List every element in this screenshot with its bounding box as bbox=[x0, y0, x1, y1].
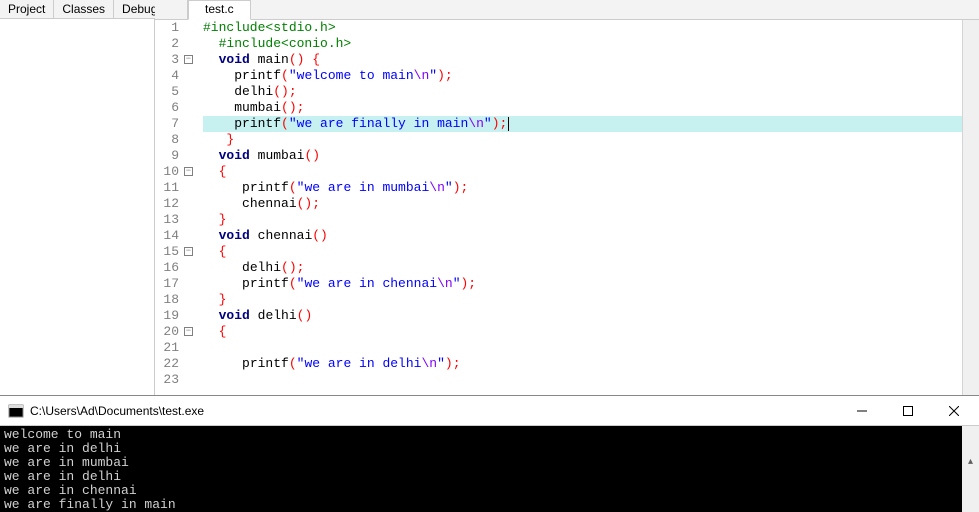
tab-project[interactable]: Project bbox=[0, 0, 54, 18]
app-root: Project Classes Debug test.c 12345678910… bbox=[0, 0, 979, 512]
code-line[interactable]: void delhi() bbox=[203, 308, 962, 324]
line-number: 2 bbox=[155, 36, 179, 52]
code-line[interactable]: { bbox=[203, 244, 962, 260]
line-number: 11 bbox=[155, 180, 179, 196]
console-window: C:\Users\Ad\Documents\test.exe welcome t… bbox=[0, 395, 979, 512]
fold-toggle-icon[interactable]: − bbox=[184, 247, 193, 256]
code-line[interactable]: printf("we are finally in main\n"); bbox=[203, 116, 962, 132]
code-line[interactable]: delhi(); bbox=[203, 260, 962, 276]
file-tab-active[interactable]: test.c bbox=[188, 0, 251, 20]
code-line[interactable]: void chennai() bbox=[203, 228, 962, 244]
line-number: 16 bbox=[155, 260, 179, 276]
code-line[interactable] bbox=[203, 372, 962, 388]
line-number: 6 bbox=[155, 100, 179, 116]
console-titlebar[interactable]: C:\Users\Ad\Documents\test.exe bbox=[0, 396, 979, 426]
minimize-button[interactable] bbox=[839, 396, 885, 426]
close-button[interactable] bbox=[931, 396, 977, 426]
console-text: welcome to main we are in delhi we are i… bbox=[4, 428, 975, 512]
line-number: 14 bbox=[155, 228, 179, 244]
console-title: C:\Users\Ad\Documents\test.exe bbox=[30, 404, 839, 418]
line-number: 1 bbox=[155, 20, 179, 36]
file-tab-spacer bbox=[155, 0, 188, 19]
line-number: 23 bbox=[155, 372, 179, 388]
editor-column: test.c 123456789101112131415161718192021… bbox=[155, 0, 979, 395]
line-number: 18 bbox=[155, 292, 179, 308]
code-line[interactable]: } bbox=[203, 292, 962, 308]
file-tab-row: test.c bbox=[155, 0, 979, 20]
line-number: 9 bbox=[155, 148, 179, 164]
code-line[interactable]: #include<conio.h> bbox=[203, 36, 962, 52]
line-number: 5 bbox=[155, 84, 179, 100]
maximize-button[interactable] bbox=[885, 396, 931, 426]
fold-toggle-icon[interactable]: − bbox=[184, 327, 193, 336]
code-line[interactable]: { bbox=[203, 164, 962, 180]
line-number: 17 bbox=[155, 276, 179, 292]
editor-area: Project Classes Debug test.c 12345678910… bbox=[0, 0, 979, 395]
code-area[interactable]: #include<stdio.h> #include<conio.h> void… bbox=[197, 20, 962, 395]
line-number: 10 bbox=[155, 164, 179, 180]
code-line[interactable]: mumbai(); bbox=[203, 100, 962, 116]
line-number: 15 bbox=[155, 244, 179, 260]
editor[interactable]: 1234567891011121314151617181920212223 −−… bbox=[155, 20, 979, 395]
side-tab-row: Project Classes Debug bbox=[0, 0, 154, 19]
code-line[interactable]: } bbox=[203, 212, 962, 228]
fold-toggle-icon[interactable]: − bbox=[184, 167, 193, 176]
line-number: 19 bbox=[155, 308, 179, 324]
line-number: 8 bbox=[155, 132, 179, 148]
line-number: 13 bbox=[155, 212, 179, 228]
code-line[interactable]: void mumbai() bbox=[203, 148, 962, 164]
line-number: 12 bbox=[155, 196, 179, 212]
side-panel: Project Classes Debug bbox=[0, 0, 155, 395]
fold-toggle-icon[interactable]: − bbox=[184, 55, 193, 64]
line-number: 20 bbox=[155, 324, 179, 340]
tab-classes[interactable]: Classes bbox=[54, 0, 114, 18]
gutter: 1234567891011121314151617181920212223 bbox=[155, 20, 183, 395]
line-number: 4 bbox=[155, 68, 179, 84]
code-line[interactable]: chennai(); bbox=[203, 196, 962, 212]
line-number: 22 bbox=[155, 356, 179, 372]
code-line[interactable]: printf("we are in delhi\n"); bbox=[203, 356, 962, 372]
console-output[interactable]: welcome to main we are in delhi we are i… bbox=[0, 426, 979, 512]
fold-column: − − − − bbox=[183, 20, 197, 395]
code-line[interactable]: printf("we are in chennai\n"); bbox=[203, 276, 962, 292]
code-line[interactable]: printf("we are in mumbai\n"); bbox=[203, 180, 962, 196]
code-line[interactable] bbox=[203, 340, 962, 356]
text-caret bbox=[508, 117, 509, 131]
vertical-scrollbar[interactable] bbox=[962, 20, 979, 395]
code-line[interactable]: } bbox=[203, 132, 962, 148]
console-app-icon bbox=[8, 403, 24, 419]
code-line[interactable]: { bbox=[203, 324, 962, 340]
console-scrollbar[interactable]: ▴ bbox=[962, 426, 979, 512]
line-number: 7 bbox=[155, 116, 179, 132]
code-line[interactable]: delhi(); bbox=[203, 84, 962, 100]
scroll-up-icon[interactable]: ▴ bbox=[962, 454, 979, 471]
code-line[interactable]: #include<stdio.h> bbox=[203, 20, 962, 36]
line-number: 3 bbox=[155, 52, 179, 68]
code-line[interactable]: printf("welcome to main\n"); bbox=[203, 68, 962, 84]
side-panel-body bbox=[0, 19, 154, 395]
line-number: 21 bbox=[155, 340, 179, 356]
code-line[interactable]: void main() { bbox=[203, 52, 962, 68]
